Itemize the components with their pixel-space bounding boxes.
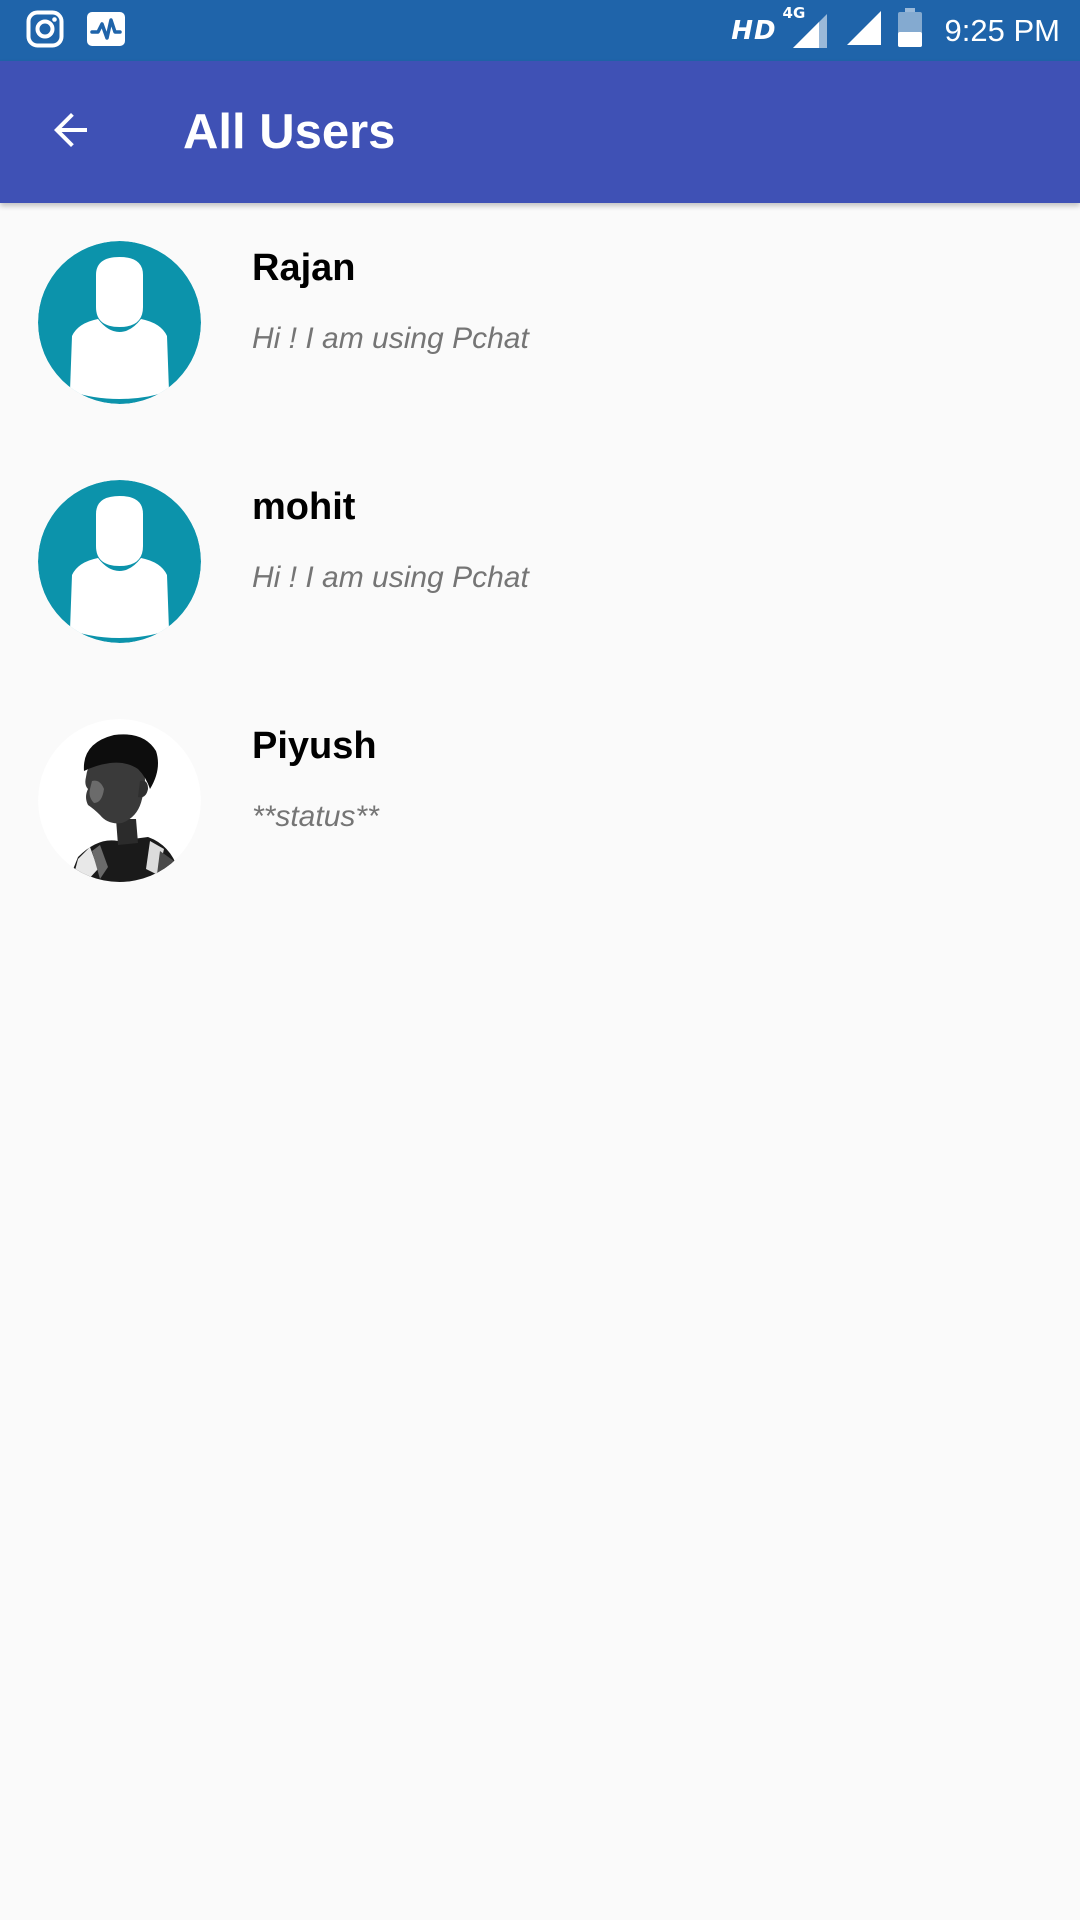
network-hd-label: HD (731, 15, 777, 46)
user-list-item[interactable]: Rajan Hi ! I am using Pchat (0, 203, 1080, 442)
status-time: 9:25 PM (944, 12, 1060, 48)
status-bar-left (26, 10, 126, 52)
activity-pulse-icon (86, 11, 126, 52)
app-bar: All Users (0, 61, 1080, 203)
user-status: Hi ! I am using Pchat (252, 561, 529, 594)
status-bar-right: HD 4G 9:25 PM (731, 0, 1060, 61)
page-title: All Users (183, 105, 396, 159)
user-status: **status** (252, 800, 379, 833)
user-name: Piyush (252, 725, 377, 767)
default-avatar-icon (38, 480, 201, 643)
user-name: mohit (252, 486, 356, 528)
signal-4g-icon: 4G (783, 4, 831, 50)
status-bar: HD 4G 9:25 PM (0, 0, 1080, 61)
arrow-back-icon (47, 106, 95, 159)
profile-photo (38, 719, 201, 882)
instagram-icon (26, 10, 64, 53)
battery-icon (897, 8, 923, 53)
default-avatar-icon (38, 241, 201, 404)
signal-icon (845, 9, 883, 52)
back-button[interactable] (38, 99, 104, 165)
user-status: Hi ! I am using Pchat (252, 322, 529, 355)
user-list: Rajan Hi ! I am using Pchat mohit Hi ! I… (0, 203, 1080, 920)
network-4g-label: 4G (782, 3, 806, 22)
user-list-item[interactable]: mohit Hi ! I am using Pchat (0, 442, 1080, 681)
user-list-item[interactable]: Piyush **status** (0, 681, 1080, 920)
user-name: Rajan (252, 247, 356, 289)
